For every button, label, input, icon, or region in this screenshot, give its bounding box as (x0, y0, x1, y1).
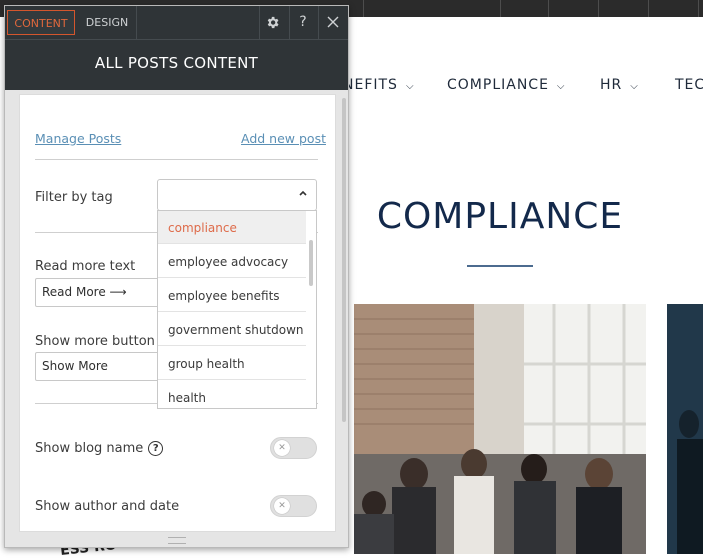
toggle-off-icon: ✕ (274, 440, 290, 456)
add-new-post-link[interactable]: Add new post (241, 131, 326, 146)
help-icon[interactable]: ? (289, 10, 317, 35)
tag-option[interactable]: health (158, 381, 306, 408)
chevron-down-icon: ⌵ (405, 81, 415, 92)
chevron-up-icon (298, 187, 308, 201)
resize-grip[interactable] (168, 537, 186, 544)
show-more-button-label: Show more button? (35, 334, 175, 349)
header-separator (136, 6, 137, 39)
show-author-and-date-label: Show author and date (35, 499, 180, 514)
tab-content[interactable]: CONTENT (7, 10, 75, 35)
tab-design[interactable]: DESIGN (79, 10, 135, 35)
tag-option[interactable]: compliance (158, 211, 306, 244)
topbar-divider (548, 0, 549, 17)
toggle-off-icon: ✕ (274, 498, 290, 514)
meeting-photo (354, 304, 646, 554)
gear-icon[interactable] (258, 10, 286, 35)
topbar-divider (363, 0, 364, 17)
close-icon[interactable] (319, 10, 347, 35)
nav-item-hr[interactable]: HR ⌵ (600, 77, 639, 93)
panel-scrollbar[interactable] (342, 98, 346, 422)
topbar-divider (648, 0, 649, 17)
header-divider (5, 39, 348, 40)
show-blog-name-label: Show blog name? (35, 441, 164, 456)
nav-item-compliance[interactable]: COMPLIANCE ⌵ (447, 77, 566, 93)
divider (35, 159, 318, 160)
filter-by-tag-label: Filter by tag (35, 190, 113, 205)
dropdown-scrollbar[interactable] (309, 240, 313, 286)
manage-posts-link[interactable]: Manage Posts (35, 131, 121, 146)
heading-divider (467, 265, 533, 267)
panel-title: ALL POSTS CONTENT (94, 54, 259, 72)
read-more-text-label: Read more text (35, 259, 136, 274)
side-photo (667, 304, 703, 554)
show-blog-name-toggle[interactable]: ✕ (270, 437, 317, 459)
tag-option[interactable]: government shutdown (158, 313, 306, 346)
nav-item-tech[interactable]: TEC (675, 77, 703, 93)
chevron-down-icon: ⌵ (630, 81, 639, 92)
topbar-divider (698, 0, 699, 17)
tag-dropdown-list: compliance employee advocacy employee be… (157, 210, 317, 409)
show-author-and-date-toggle[interactable]: ✕ (270, 495, 317, 517)
chevron-down-icon: ⌵ (556, 81, 566, 92)
topbar-divider (500, 0, 501, 17)
filter-by-tag-select[interactable] (157, 179, 317, 211)
tag-option[interactable]: employee advocacy (158, 245, 306, 278)
tag-option[interactable]: group health (158, 347, 306, 380)
tag-option[interactable]: employee benefits (158, 279, 306, 312)
page-heading: COMPLIANCE (376, 196, 624, 237)
help-icon[interactable]: ? (148, 441, 164, 456)
panel-header: CONTENT DESIGN ? ALL POSTS CONTENT (5, 6, 348, 90)
nav-item-benefits[interactable]: NEFITS ⌵ (343, 77, 415, 93)
topbar-divider (598, 0, 599, 17)
